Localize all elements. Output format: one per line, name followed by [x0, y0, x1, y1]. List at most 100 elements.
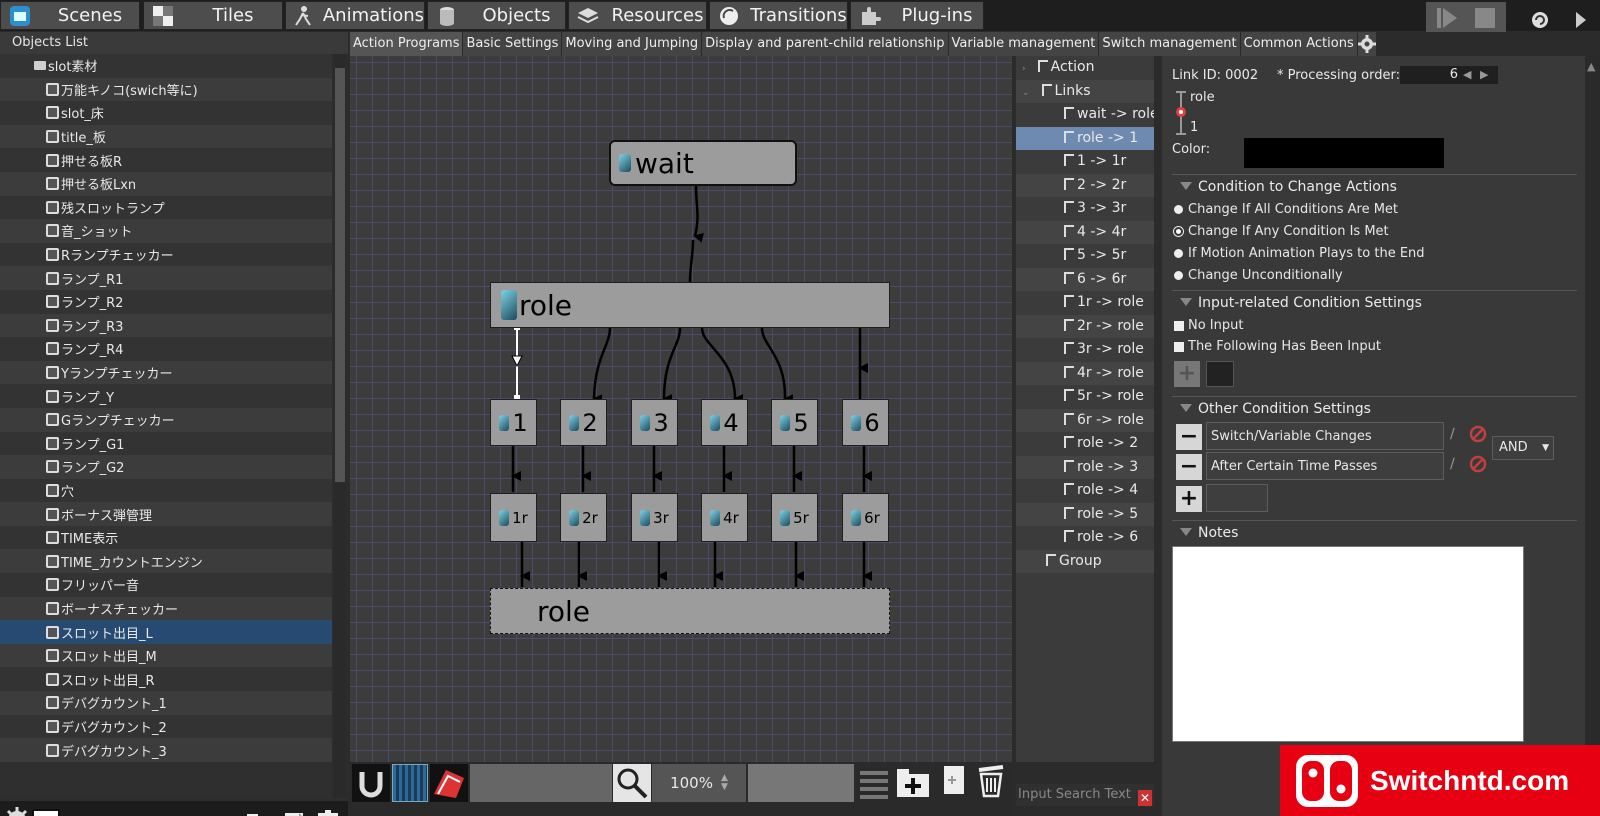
tree-link-item[interactable]: 6 -> 6r — [1016, 267, 1154, 291]
object-list-item[interactable]: Rランプチェッカー — [0, 242, 332, 267]
object-list-item[interactable]: TIME_カウントエンジン — [0, 549, 332, 574]
list-icon[interactable] — [856, 766, 892, 800]
action-node-2[interactable]: 2 — [560, 399, 607, 446]
action-node-3r[interactable]: 3r — [631, 493, 678, 542]
notes-section-header[interactable]: Notes — [1172, 520, 1577, 541]
object-list-item[interactable]: 音_ショット — [0, 219, 332, 243]
order-increase-icon[interactable]: ▶ — [1480, 68, 1488, 81]
add-action-icon[interactable] — [896, 768, 930, 802]
film-icon[interactable] — [32, 809, 60, 816]
tree-link-item[interactable]: 4r -> role — [1016, 361, 1154, 385]
delete-trash-icon[interactable] — [976, 764, 1006, 802]
tree-link-item[interactable]: 1 -> 1r — [1016, 150, 1154, 174]
tree-link-item[interactable]: role -> 1 — [1016, 126, 1154, 150]
link-color-swatch[interactable] — [1244, 138, 1444, 168]
settings-gear-icon[interactable] — [4, 807, 30, 816]
object-list-item[interactable]: 押せる板Lxn — [0, 171, 332, 196]
radio-all-conditions[interactable]: Change If All Conditions Are Met — [1174, 202, 1398, 217]
grid-icon[interactable] — [392, 764, 428, 802]
tree-link-item[interactable]: role -> 3 — [1016, 455, 1154, 479]
condition-switch-variable[interactable]: Switch/Variable Changes — [1206, 422, 1444, 450]
object-list-item[interactable]: 残スロットランプ — [0, 195, 332, 220]
and-or-select[interactable]: AND ▼ — [1492, 436, 1554, 460]
scroll-up-icon[interactable]: ▲ — [1587, 60, 1599, 80]
refresh-icon[interactable] — [1530, 10, 1552, 32]
tree-link-item[interactable]: 4 -> 4r — [1016, 220, 1154, 244]
tree-search-input[interactable]: Input Search Text — [1016, 784, 1154, 806]
add-object-icon[interactable] — [283, 811, 305, 816]
action-node-2r[interactable]: 2r — [560, 493, 607, 542]
object-list-item[interactable]: ボーナスチェッカー — [0, 596, 332, 621]
tree-action-node[interactable]: › Action — [1016, 56, 1154, 80]
object-list-item[interactable]: ランプ_R2 — [0, 289, 332, 314]
expand-arrow-icon[interactable]: › — [1022, 64, 1026, 74]
action-node-4[interactable]: 4 — [701, 399, 748, 446]
tab-scenes[interactable]: Scenes — [0, 1, 140, 30]
tree-link-item[interactable]: 5r -> role — [1016, 385, 1154, 409]
action-node-5[interactable]: 5 — [771, 399, 818, 446]
action-node-6r[interactable]: 6r — [842, 493, 889, 542]
disable-icon[interactable] — [1468, 454, 1488, 478]
tree-link-item[interactable]: role -> 4 — [1016, 479, 1154, 503]
object-list-item[interactable]: デバグカウント_2 — [0, 714, 332, 739]
object-list-item[interactable]: Yランプチェッカー — [0, 360, 332, 385]
properties-scrollbar[interactable]: ▲ — [1586, 56, 1600, 816]
action-node-4r[interactable]: 4r — [701, 493, 748, 542]
stop-button[interactable] — [1474, 7, 1496, 29]
object-list-item[interactable]: 押せる板R — [0, 148, 332, 172]
object-list-item[interactable]: ランプ_Y — [0, 384, 332, 408]
add-condition-button[interactable]: + — [1176, 486, 1202, 512]
scrollbar-thumb[interactable] — [335, 68, 345, 482]
tab-action-programs[interactable]: Action Programs — [350, 32, 464, 56]
input-key-slot[interactable] — [1206, 361, 1234, 387]
object-list-item[interactable]: ボーナス弾管理 — [0, 502, 332, 526]
input-section-header[interactable]: Input-related Condition Settings — [1172, 290, 1577, 311]
object-list-item[interactable]: スロット出目_L — [0, 620, 332, 644]
action-program-canvas[interactable]: wait role 1 2 3 4 5 6 1r 2r 3r 4r 5r 6r … — [350, 56, 1012, 762]
edit-pencil-icon[interactable]: ∕ — [1450, 456, 1455, 472]
clear-search-icon[interactable]: ✕ — [1138, 790, 1152, 806]
link-role-5[interactable] — [760, 327, 794, 405]
object-list-item[interactable]: TIME表示 — [0, 525, 332, 550]
tab-animations[interactable]: Animations — [285, 1, 425, 30]
radio-unconditionally[interactable]: Change Unconditionally — [1174, 268, 1343, 283]
object-list-item[interactable]: スロット出目_R — [0, 667, 332, 692]
tab-settings-gear-icon[interactable] — [1357, 32, 1377, 56]
tab-basic-settings[interactable]: Basic Settings — [463, 32, 563, 56]
play-button[interactable] — [1436, 7, 1458, 29]
tree-link-item[interactable]: 6r -> role — [1016, 408, 1154, 432]
tab-display-parent-child[interactable]: Display and parent-child relationship — [702, 32, 949, 56]
object-list-item[interactable]: ランプ_G1 — [0, 431, 332, 456]
trash-icon[interactable] — [316, 809, 340, 816]
object-list-item[interactable]: title_板 — [0, 124, 332, 149]
notes-textarea[interactable] — [1172, 546, 1524, 742]
tree-links-node[interactable]: ⌄ Links — [1016, 79, 1154, 103]
condition-time-passes[interactable]: After Certain Time Passes — [1206, 452, 1444, 480]
link-wait-role[interactable] — [693, 185, 704, 243]
radio-any-condition[interactable]: Change If Any Condition Is Met — [1174, 224, 1389, 239]
link-role-2[interactable] — [592, 327, 612, 405]
edit-pencil-icon[interactable]: ∕ — [1450, 426, 1455, 442]
link-role-4[interactable] — [700, 327, 744, 404]
tree-link-item[interactable]: role -> 6 — [1016, 526, 1154, 550]
object-list-item[interactable]: 穴 — [0, 478, 332, 503]
folder-item[interactable]: slot素材 — [0, 54, 332, 78]
object-list-item[interactable]: 万能キノコ(swich等に) — [0, 77, 332, 102]
object-list-item[interactable]: フリッパー音 — [0, 573, 332, 597]
tab-switch-management[interactable]: Switch management — [1099, 32, 1241, 56]
tab-moving-and-jumping[interactable]: Moving and Jumping — [562, 32, 703, 56]
action-node-wait[interactable]: wait — [609, 140, 797, 186]
tree-link-item[interactable]: 3r -> role — [1016, 338, 1154, 362]
object-list-item[interactable]: slot_床 — [0, 101, 332, 125]
checkbox-following-input[interactable]: The Following Has Been Input — [1174, 339, 1381, 354]
action-node-role[interactable]: role — [490, 282, 890, 328]
action-node-1r[interactable]: 1r — [490, 493, 537, 542]
object-list-item[interactable]: Gランプチェッカー — [0, 407, 332, 432]
other-conditions-section-header[interactable]: Other Condition Settings — [1172, 396, 1577, 417]
zoom-magnifier-icon[interactable] — [613, 764, 651, 802]
tree-link-item[interactable]: 2 -> 2r — [1016, 173, 1154, 197]
tab-tiles[interactable]: Tiles — [143, 1, 283, 30]
tree-link-item[interactable]: 2r -> role — [1016, 314, 1154, 338]
panel-splitter[interactable] — [1154, 56, 1162, 816]
magnet-icon[interactable] — [352, 764, 390, 802]
